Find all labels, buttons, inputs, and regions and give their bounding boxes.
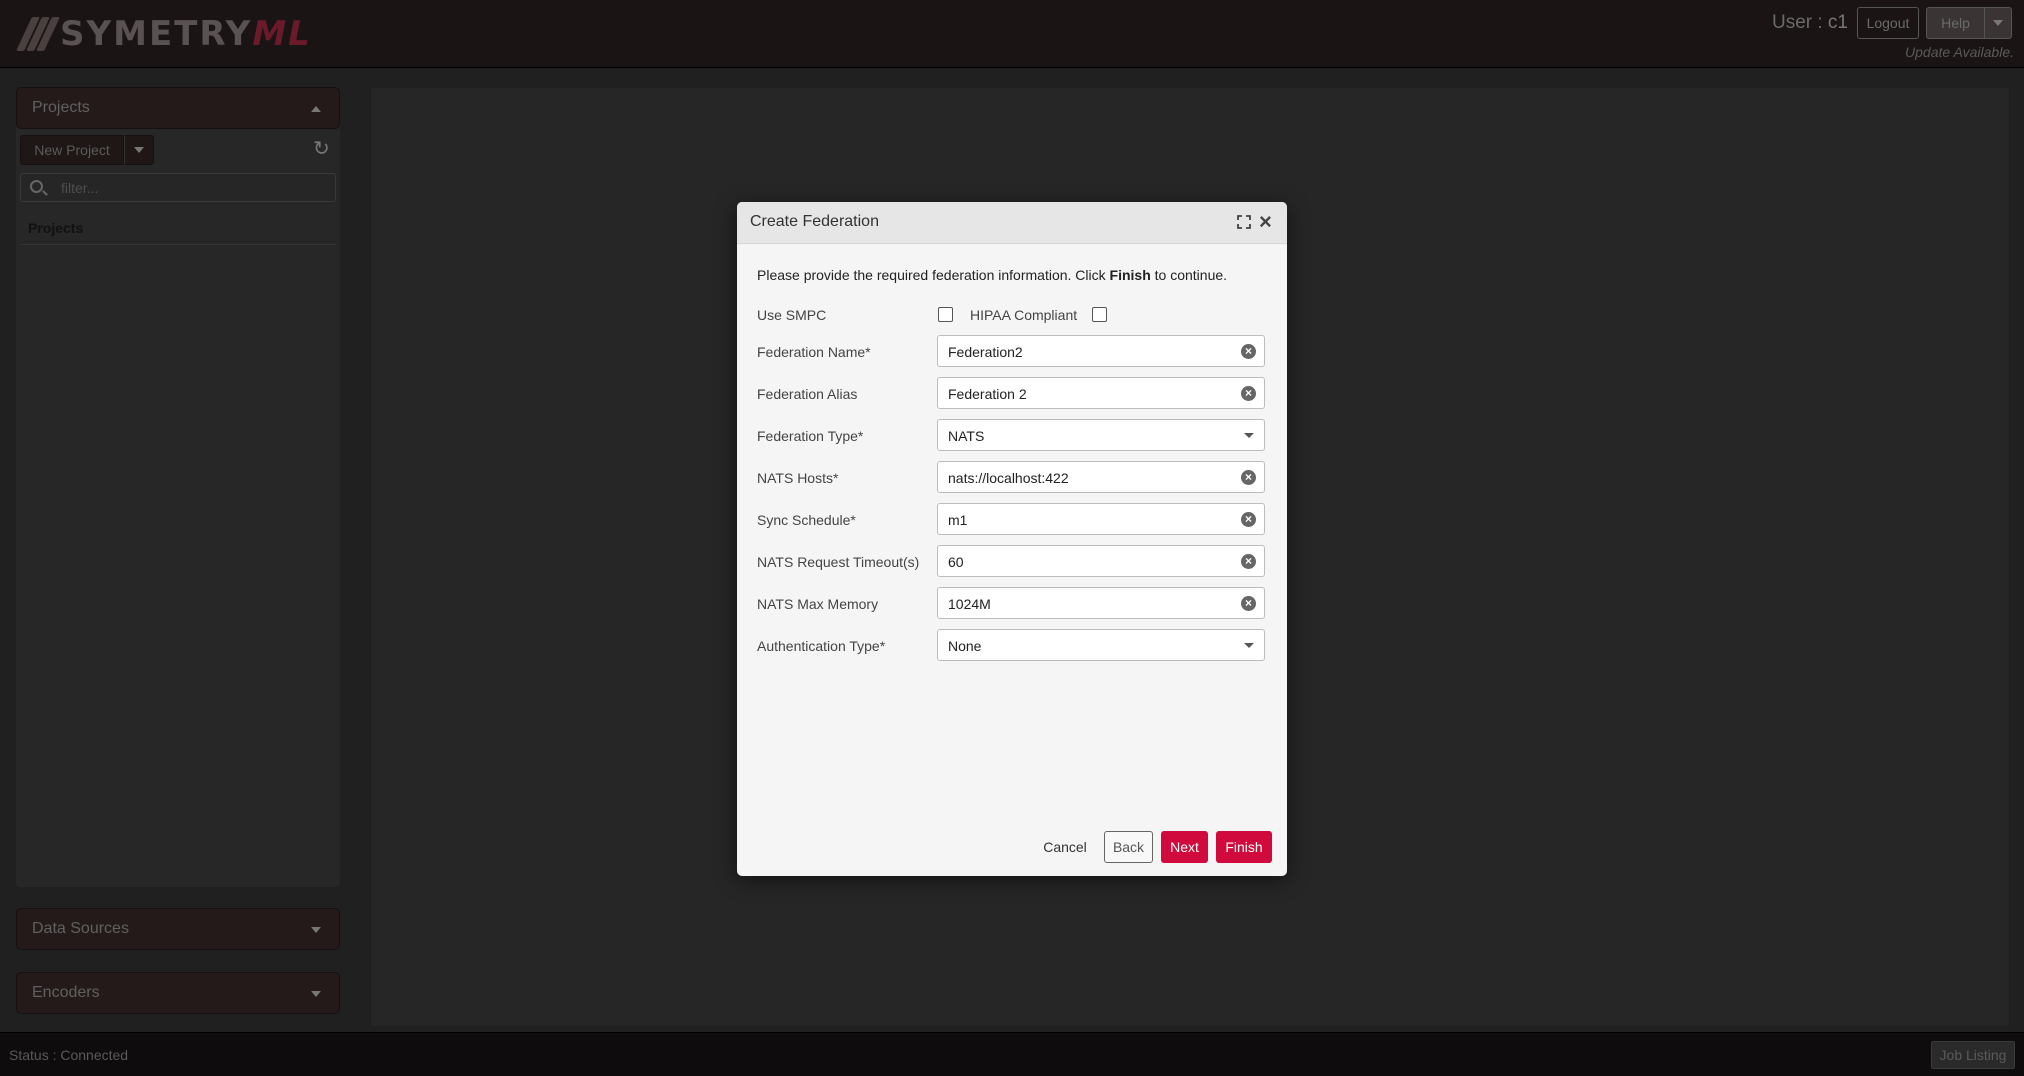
projects-list-label: Projects xyxy=(28,220,84,236)
use-smpc-label: Use SMPC xyxy=(757,307,827,323)
projects-panel-header[interactable]: Projects xyxy=(16,87,340,129)
federation-alias-value: Federation 2 xyxy=(948,386,1027,402)
new-project-dropdown-button[interactable] xyxy=(124,135,154,165)
hipaa-compliant-label: HIPAA Compliant xyxy=(970,307,1078,323)
federation-name-field[interactable]: Federation2 × xyxy=(937,335,1265,367)
nats-max-memory-value: 1024M xyxy=(948,596,991,612)
projects-panel-title: Projects xyxy=(32,99,90,116)
nats-request-timeout-field[interactable]: 60 × xyxy=(937,545,1265,577)
project-filter[interactable] xyxy=(20,173,336,202)
help-dropdown-button[interactable] xyxy=(1984,7,2012,39)
chevron-down-icon xyxy=(1993,20,2003,26)
chevron-down-icon xyxy=(311,927,321,933)
encoders-panel-title: Encoders xyxy=(32,984,100,1001)
chevron-down-icon xyxy=(134,147,144,153)
sync-schedule-value: m1 xyxy=(948,512,968,528)
chevron-up-icon xyxy=(311,106,321,112)
cancel-button[interactable]: Cancel xyxy=(1037,831,1093,863)
logout-button[interactable]: Logout xyxy=(1857,7,1919,39)
authentication-type-value: None xyxy=(948,638,982,654)
nats-hosts-field[interactable]: nats://localhost:422 × xyxy=(937,461,1265,493)
symetryml-logo: SYMETRYML xyxy=(16,14,312,54)
project-filter-input[interactable] xyxy=(61,177,321,199)
logo-mark-icon xyxy=(16,17,60,51)
authentication-type-select[interactable]: None xyxy=(937,629,1265,661)
sync-schedule-label: Sync Schedule* xyxy=(757,512,856,528)
clear-icon[interactable]: × xyxy=(1241,512,1256,527)
federation-type-select[interactable]: NATS xyxy=(937,419,1265,451)
job-listing-button[interactable]: Job Listing xyxy=(1931,1041,2015,1069)
federation-alias-label: Federation Alias xyxy=(757,386,858,402)
nats-request-timeout-label: NATS Request Timeout(s) xyxy=(757,554,920,570)
close-icon[interactable]: × xyxy=(1259,211,1272,233)
clear-icon[interactable]: × xyxy=(1241,554,1256,569)
expand-icon[interactable] xyxy=(1237,215,1251,229)
clear-icon[interactable]: × xyxy=(1241,344,1256,359)
nats-hosts-value: nats://localhost:422 xyxy=(948,470,1069,486)
nats-request-timeout-value: 60 xyxy=(948,554,964,570)
search-icon xyxy=(30,180,43,193)
chevron-down-icon xyxy=(311,991,321,997)
data-sources-panel-header[interactable]: Data Sources xyxy=(16,908,340,950)
federation-type-label: Federation Type* xyxy=(757,428,864,444)
help-button[interactable]: Help xyxy=(1926,7,1984,39)
clear-icon[interactable]: × xyxy=(1241,596,1256,611)
dialog-header: Create Federation × xyxy=(737,202,1287,244)
refresh-icon[interactable]: ↻ xyxy=(313,139,333,159)
authentication-type-label: Authentication Type* xyxy=(757,638,886,654)
user-label: User : c1 xyxy=(1771,12,1848,33)
nats-max-memory-label: NATS Max Memory xyxy=(757,596,879,612)
encoders-panel-header[interactable]: Encoders xyxy=(16,972,340,1014)
federation-name-value: Federation2 xyxy=(948,344,1023,360)
status-bar: Status : Connected Job Listing xyxy=(0,1032,2024,1076)
chevron-down-icon xyxy=(1244,643,1254,648)
data-sources-panel-title: Data Sources xyxy=(32,920,129,937)
next-button[interactable]: Next xyxy=(1161,831,1208,863)
nats-hosts-label: NATS Hosts* xyxy=(757,470,839,486)
app-header: SYMETRYML User : c1 Logout Help Update A… xyxy=(0,0,2024,68)
clear-icon[interactable]: × xyxy=(1241,386,1256,401)
use-smpc-checkbox[interactable] xyxy=(938,307,953,322)
connection-status: Status : Connected xyxy=(9,1047,129,1063)
finish-button[interactable]: Finish xyxy=(1216,831,1272,863)
hipaa-compliant-checkbox[interactable] xyxy=(1092,307,1107,322)
update-available-notice[interactable]: Update Available. xyxy=(1905,44,2014,60)
sync-schedule-field[interactable]: m1 × xyxy=(937,503,1265,535)
federation-name-label: Federation Name* xyxy=(757,344,871,360)
dialog-title: Create Federation xyxy=(750,213,879,230)
new-project-button[interactable]: New Project xyxy=(20,135,124,165)
chevron-down-icon xyxy=(1244,433,1254,438)
clear-icon[interactable]: × xyxy=(1241,470,1256,485)
nats-max-memory-field[interactable]: 1024M × xyxy=(937,587,1265,619)
back-button[interactable]: Back xyxy=(1104,831,1153,863)
dialog-instructions: Please provide the required federation i… xyxy=(757,267,1228,283)
federation-alias-field[interactable]: Federation 2 × xyxy=(937,377,1265,409)
create-federation-dialog: Create Federation × Please provide the r… xyxy=(737,202,1287,876)
divider xyxy=(20,244,336,245)
logo-text: SYMETRYML xyxy=(60,14,312,54)
projects-panel xyxy=(16,87,340,887)
federation-type-value: NATS xyxy=(948,428,985,444)
